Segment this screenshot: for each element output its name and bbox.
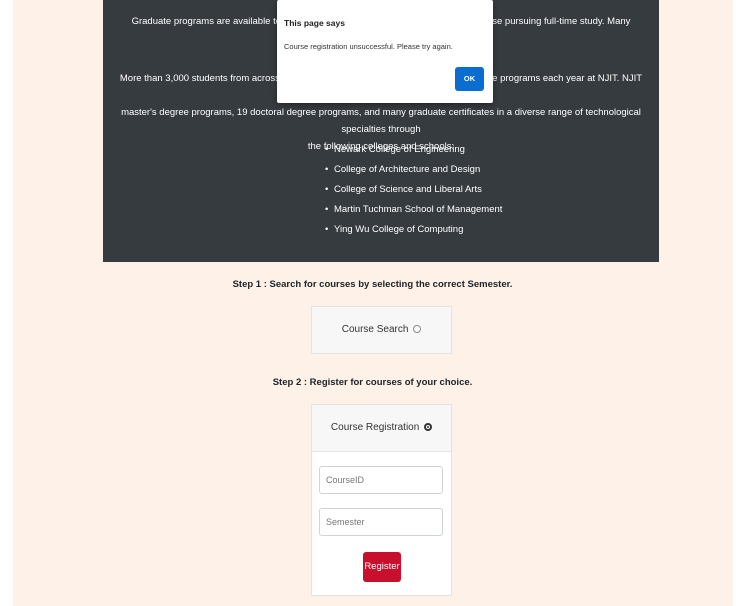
dialog-ok-button[interactable]: OK [455, 67, 484, 91]
course-search-card[interactable]: Course Search [311, 306, 452, 354]
college-item: Ying Wu College of Computing [325, 220, 502, 240]
dialog-title: This page says [284, 18, 345, 28]
semester-input[interactable]: Semester [319, 508, 443, 536]
college-item: College of Architecture and Design [325, 160, 502, 180]
register-button[interactable]: Register [363, 552, 401, 582]
course-search-label-wrap[interactable]: Course Search [312, 324, 451, 335]
hero-paragraph-2-line-2: master's degree programs, 19 doctoral de… [121, 107, 641, 135]
course-registration-radio-icon[interactable] [424, 423, 433, 432]
college-item: Newark College of Engineering [325, 140, 502, 160]
college-item: Martin Tuchman School of Management [325, 200, 502, 220]
alert-dialog: This page says Course registration unsuc… [277, 0, 493, 103]
colleges-list: Newark College of Engineering College of… [315, 140, 502, 240]
course-registration-title-wrap: Course Registration [312, 422, 451, 433]
course-registration-card: Course Registration CourseID Semester Re… [311, 404, 452, 596]
course-search-title: Course Search [341, 324, 409, 335]
course-registration-header[interactable]: Course Registration [312, 405, 451, 452]
college-item: College of Science and Liberal Arts [325, 180, 502, 200]
step-2-heading: Step 2 : Register for courses of your ch… [272, 377, 473, 388]
step-1-heading: Step 1 : Search for courses by selecting… [232, 279, 513, 290]
course-registration-title: Course Registration [330, 422, 420, 433]
course-search-radio-icon[interactable] [413, 325, 422, 334]
course-id-input[interactable]: CourseID [319, 466, 443, 494]
dialog-message: Course registration unsuccessful. Please… [284, 42, 453, 51]
